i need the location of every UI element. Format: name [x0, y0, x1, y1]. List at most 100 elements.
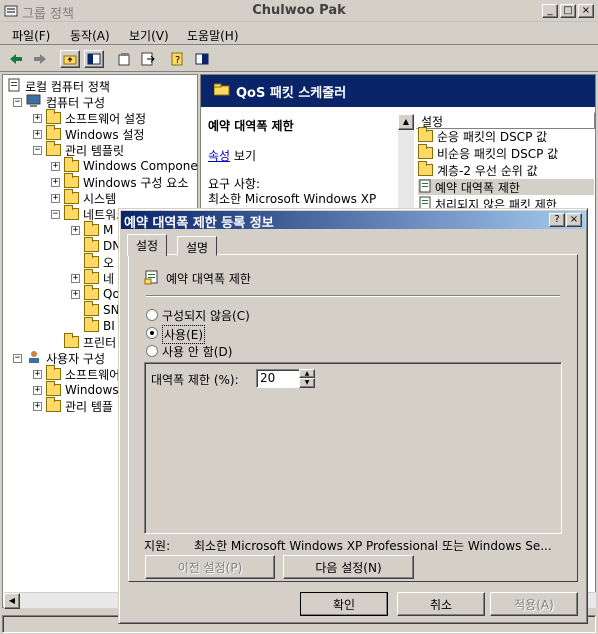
expand-icon[interactable]: + [33, 129, 42, 139]
show-hide-tree-icon[interactable] [84, 50, 104, 68]
next-setting-button[interactable]: 다음 설정(N) [283, 555, 414, 579]
tree-item[interactable]: + Windows 구성 요소 [51, 173, 188, 190]
menu-action[interactable]: 동작(A) [70, 27, 110, 44]
policy-icon [7, 78, 21, 95]
expand-icon[interactable]: + [71, 273, 80, 283]
tree-item-label: Windows Compone [83, 159, 198, 173]
tree-item[interactable]: 프린터 [51, 333, 116, 350]
expand-icon[interactable]: + [33, 369, 42, 379]
policy-setting-icon [418, 179, 432, 196]
tree-item-label: 소프트웨어 설정 [65, 111, 147, 126]
radio-not-configured-label: 구성되지 않음(C) [162, 309, 250, 323]
details-vscroll[interactable]: ▲ [398, 114, 414, 210]
expand-icon[interactable]: + [33, 401, 42, 411]
back-icon[interactable] [6, 50, 26, 68]
minimize-button[interactable]: _ [542, 4, 558, 18]
radio-not-configured-dot[interactable] [146, 309, 158, 321]
menu-help[interactable]: 도움말(H) [187, 27, 239, 44]
tree-item[interactable]: + 시스템 [51, 189, 116, 206]
folder-icon [46, 397, 61, 412]
separator [146, 295, 560, 297]
list-item[interactable]: 계층-2 우선 순위 값 [418, 161, 594, 178]
tree-item-label: 네 [103, 271, 115, 286]
expand-icon[interactable]: + [71, 225, 80, 235]
cancel-button[interactable]: 취소 [397, 592, 485, 616]
list-column-header[interactable]: 설정 [416, 112, 595, 129]
maximize-button[interactable]: □ [560, 4, 576, 18]
tree-item[interactable]: − 관리 템플릿 [33, 141, 124, 158]
scroll-left-icon[interactable]: ◀ [4, 593, 20, 609]
tree-item[interactable]: + 소프트웨어 [33, 365, 120, 382]
console-tree-icon[interactable] [192, 50, 212, 68]
properties-icon[interactable] [114, 50, 134, 68]
export-list-icon[interactable] [138, 50, 158, 68]
ok-button[interactable]: 확인 [300, 592, 388, 616]
header-folder-icon [213, 83, 230, 99]
close-button[interactable]: × [578, 4, 594, 18]
radio-disabled[interactable]: 사용 안 함(D) [146, 343, 346, 359]
tree-root[interactable]: 로컬 컴퓨터 정책 [7, 78, 110, 94]
tree-item[interactable]: + 네 [71, 269, 115, 286]
radio-not-configured[interactable]: 구성되지 않음(C) [146, 307, 346, 323]
menu-view[interactable]: 보기(V) [129, 27, 169, 44]
tree-item[interactable]: − 사용자 구성 [13, 350, 105, 366]
bandwidth-label: 대역폭 제한 (%): [151, 373, 239, 387]
collapse-icon[interactable]: − [33, 145, 42, 155]
collapse-icon[interactable]: − [13, 353, 22, 363]
expand-icon[interactable]: + [71, 289, 80, 299]
tree-item[interactable]: DN [71, 237, 121, 254]
dialog-close-button[interactable]: × [566, 213, 582, 227]
forward-icon[interactable] [30, 50, 50, 68]
bandwidth-spinner[interactable]: ▲ ▼ [299, 369, 315, 388]
tree-root-label: 로컬 컴퓨터 정책 [25, 79, 110, 94]
menu-file[interactable]: 파일(F) [12, 27, 50, 44]
folder-icon [46, 381, 61, 396]
list-item-label: 순응 패킷의 DSCP 값 [437, 129, 548, 144]
apply-button[interactable]: 적용(A) [490, 592, 578, 616]
folder-icon [84, 301, 99, 316]
policy-title: 예약 대역폭 제한 [208, 119, 294, 133]
expand-icon[interactable]: + [51, 193, 60, 203]
list-item[interactable]: 예약 대역폭 제한 [418, 179, 594, 195]
list-item[interactable]: 비순응 패킷의 DSCP 값 [418, 144, 594, 161]
radio-enabled[interactable]: 사용(E) [146, 325, 346, 344]
tree-item[interactable]: + 관리 템플 [33, 397, 113, 414]
collapse-icon[interactable]: − [51, 209, 60, 219]
up-folder-icon[interactable] [60, 50, 80, 68]
tree-item[interactable]: − 컴퓨터 구성 [13, 94, 105, 110]
dialog-help-button[interactable]: ? [549, 213, 565, 227]
scroll-up-icon[interactable]: ▲ [398, 114, 414, 130]
previous-setting-button[interactable]: 이전 설정(P) [145, 555, 275, 579]
tab-settings[interactable]: 설정 [127, 234, 168, 256]
tree-item[interactable]: BI [71, 317, 115, 334]
properties-link[interactable]: 속성 [208, 149, 230, 163]
list-item[interactable]: 순응 패킷의 DSCP 값 [418, 127, 594, 144]
expand-icon[interactable]: + [51, 161, 60, 171]
tree-item[interactable]: + M [71, 221, 113, 238]
tree-item[interactable]: 오 [71, 253, 114, 270]
expand-icon[interactable]: + [33, 113, 42, 123]
spin-down-icon[interactable]: ▼ [299, 378, 315, 388]
tree-item[interactable]: + Windows [33, 381, 119, 398]
tree-item[interactable]: + 소프트웨어 설정 [33, 109, 147, 126]
collapse-icon[interactable]: − [13, 97, 22, 107]
tree-item[interactable]: SN [71, 301, 120, 318]
help-icon[interactable]: ? [168, 50, 188, 68]
folder-icon [418, 161, 433, 176]
expand-icon[interactable]: + [51, 177, 60, 187]
tree-item[interactable]: + Windows Compone [51, 157, 198, 174]
radio-enabled-dot[interactable] [146, 327, 158, 339]
spin-up-icon[interactable]: ▲ [299, 369, 315, 378]
tab-explain[interactable]: 설명 [177, 236, 218, 256]
radio-disabled-dot[interactable] [146, 345, 158, 357]
radio-disabled-label: 사용 안 함(D) [162, 345, 233, 359]
tree-item[interactable]: − 네트워크 [51, 205, 127, 222]
tree-item[interactable]: + Qo [71, 285, 120, 302]
computer-icon [26, 94, 42, 111]
support-text: 최소한 Microsoft Windows XP Professional 또는… [194, 539, 552, 553]
bandwidth-input[interactable]: 20 [256, 369, 300, 388]
folder-icon [84, 221, 99, 236]
list-item-label: 계층-2 우선 순위 값 [437, 163, 538, 178]
expand-icon[interactable]: + [33, 385, 42, 395]
tree-item[interactable]: + Windows 설정 [33, 125, 144, 142]
